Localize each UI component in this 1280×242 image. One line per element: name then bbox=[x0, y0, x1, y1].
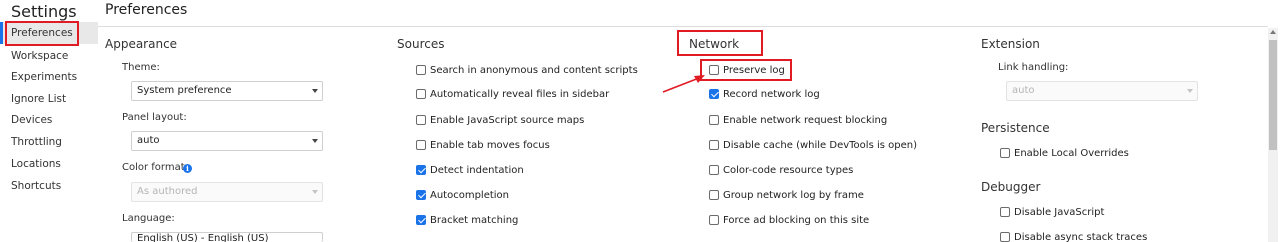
network-option-row[interactable]: Force ad blocking on this site bbox=[709, 213, 869, 227]
network-option-row[interactable]: Color-code resource types bbox=[709, 163, 853, 177]
debugger-option-row[interactable]: Disable JavaScript bbox=[1000, 205, 1104, 219]
checkbox-label: Automatically reveal files in sidebar bbox=[430, 88, 610, 100]
checkbox-label: Preserve log bbox=[723, 64, 785, 76]
sources-heading: Sources bbox=[397, 37, 445, 51]
checkbox[interactable] bbox=[709, 65, 719, 75]
scrollbar-thumb[interactable] bbox=[1269, 40, 1277, 150]
checkbox[interactable] bbox=[416, 89, 426, 99]
sidebar-item-locations[interactable]: Locations bbox=[11, 154, 61, 174]
sources-option-row[interactable]: Automatically reveal files in sidebar bbox=[416, 87, 609, 101]
network-option-row[interactable]: Disable cache (while DevTools is open) bbox=[709, 138, 917, 152]
checkbox-label: Record network log bbox=[723, 88, 820, 100]
active-nav-indicator bbox=[0, 22, 3, 44]
checkbox-label: Disable JavaScript bbox=[1014, 206, 1105, 218]
checkbox[interactable] bbox=[709, 215, 719, 225]
extension-heading: Extension bbox=[981, 37, 1040, 51]
checkbox-label: Group network log by frame bbox=[723, 189, 864, 201]
sidebar-item-workspace[interactable]: Workspace bbox=[11, 46, 68, 66]
chevron-down-icon bbox=[1187, 89, 1193, 93]
checkbox[interactable] bbox=[1000, 148, 1010, 158]
checkbox-label: Color-code resource types bbox=[723, 164, 854, 176]
checkbox-checked[interactable] bbox=[416, 215, 426, 225]
sidebar-item-devices[interactable]: Devices bbox=[11, 110, 52, 130]
settings-title: Settings bbox=[11, 2, 77, 21]
checkbox[interactable] bbox=[416, 65, 426, 75]
panel-layout-label: Panel layout: bbox=[122, 112, 187, 123]
language-select[interactable]: English (US) - English (US) bbox=[131, 232, 323, 242]
language-select-value: English (US) - English (US) bbox=[137, 233, 269, 242]
checkbox-label: Autocompletion bbox=[430, 189, 510, 201]
checkbox[interactable] bbox=[709, 165, 719, 175]
checkbox-label: Search in anonymous and content scripts bbox=[430, 64, 638, 76]
checkbox-checked[interactable] bbox=[416, 190, 426, 200]
arrow-annotation-icon bbox=[662, 75, 705, 93]
checkbox-label: Bracket matching bbox=[430, 214, 519, 226]
page-title: Preferences bbox=[105, 2, 188, 18]
checkbox-checked[interactable] bbox=[416, 165, 426, 175]
preserve-log-option[interactable]: Preserve log bbox=[709, 63, 785, 77]
checkbox[interactable] bbox=[1000, 207, 1010, 217]
sources-option-row[interactable]: Bracket matching bbox=[416, 213, 518, 227]
panel-layout-select-value: auto bbox=[137, 135, 160, 146]
checkbox-label: Enable tab moves focus bbox=[430, 139, 550, 151]
checkbox[interactable] bbox=[416, 115, 426, 125]
checkbox-label: Detect indentation bbox=[430, 164, 524, 176]
persistence-option-row[interactable]: Enable Local Overrides bbox=[1000, 146, 1129, 160]
debugger-option-row[interactable]: Disable async stack traces bbox=[1000, 230, 1147, 242]
sources-option-row[interactable]: Autocompletion bbox=[416, 188, 509, 202]
checkbox[interactable] bbox=[709, 115, 719, 125]
theme-select[interactable]: System preference bbox=[131, 81, 323, 101]
checkbox-label: Enable network request blocking bbox=[723, 114, 888, 126]
checkbox-label: Disable async stack traces bbox=[1014, 231, 1148, 242]
chevron-down-icon bbox=[312, 190, 318, 194]
persistence-heading: Persistence bbox=[981, 121, 1050, 135]
checkbox-label: Enable Local Overrides bbox=[1014, 147, 1129, 159]
theme-label: Theme: bbox=[122, 62, 160, 73]
network-option-row[interactable]: Enable network request blocking bbox=[709, 113, 887, 127]
header-divider bbox=[98, 26, 1268, 27]
info-icon[interactable]: i bbox=[183, 164, 192, 173]
checkbox-checked[interactable] bbox=[709, 89, 719, 99]
sidebar-item-experiments[interactable]: Experiments bbox=[11, 67, 77, 87]
color-format-label: Color format: bbox=[122, 162, 189, 173]
appearance-heading: Appearance bbox=[105, 37, 178, 51]
network-option-row[interactable]: Group network log by frame bbox=[709, 188, 864, 202]
sources-option-row[interactable]: Enable tab moves focus bbox=[416, 138, 550, 152]
sidebar-item-shortcuts[interactable]: Shortcuts bbox=[11, 176, 61, 196]
sources-option-row[interactable]: Search in anonymous and content scripts bbox=[416, 63, 638, 77]
network-option-row[interactable]: Record network log bbox=[709, 87, 820, 101]
link-handling-label: Link handling: bbox=[998, 62, 1069, 73]
debugger-heading: Debugger bbox=[981, 180, 1041, 194]
checkbox-label: Force ad blocking on this site bbox=[723, 214, 870, 226]
language-label: Language: bbox=[122, 213, 175, 224]
link-handling-select[interactable]: auto bbox=[1006, 81, 1198, 101]
checkbox-label: Disable cache (while DevTools is open) bbox=[723, 139, 917, 151]
checkbox[interactable] bbox=[709, 140, 719, 150]
sidebar-item-ignore-list[interactable]: Ignore List bbox=[11, 89, 66, 109]
panel-layout-select[interactable]: auto bbox=[131, 131, 323, 151]
checkbox-label: Enable JavaScript source maps bbox=[430, 114, 585, 126]
chevron-down-icon bbox=[312, 89, 318, 93]
network-heading: Network bbox=[689, 37, 740, 51]
checkbox[interactable] bbox=[416, 140, 426, 150]
color-format-select-value: As authored bbox=[137, 186, 198, 197]
preferences-annotation-box bbox=[5, 21, 79, 46]
scroll-up-icon[interactable] bbox=[1270, 30, 1276, 34]
sidebar-item-throttling[interactable]: Throttling bbox=[11, 132, 62, 152]
sources-option-row[interactable]: Enable JavaScript source maps bbox=[416, 113, 584, 127]
theme-select-value: System preference bbox=[137, 85, 232, 96]
checkbox[interactable] bbox=[709, 190, 719, 200]
checkbox[interactable] bbox=[1000, 232, 1010, 242]
settings-sidebar: Settings Preferences Workspace Experimen… bbox=[0, 0, 98, 242]
color-format-select[interactable]: As authored bbox=[131, 182, 323, 202]
chevron-down-icon bbox=[312, 139, 318, 143]
link-handling-select-value: auto bbox=[1012, 85, 1035, 96]
sources-option-row[interactable]: Detect indentation bbox=[416, 163, 524, 177]
